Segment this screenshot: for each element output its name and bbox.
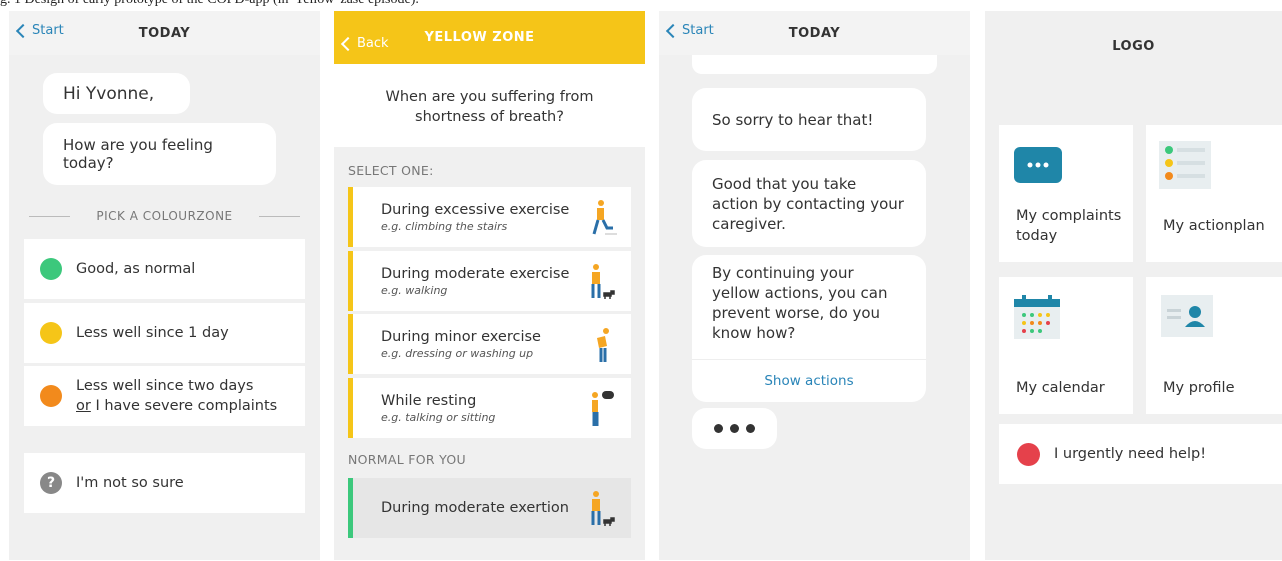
back-button[interactable]: Start — [15, 23, 64, 38]
chat-bubble: Good that you take action by contacting … — [692, 160, 926, 247]
yellow-dot-icon — [40, 322, 62, 344]
person-walking-dog-icon — [591, 264, 615, 299]
person-talking-icon — [592, 391, 614, 426]
checklist-icon — [1159, 141, 1211, 189]
back-label: Start — [32, 23, 64, 38]
section-label: SELECT ONE: — [348, 163, 434, 178]
back-button[interactable]: Start — [665, 23, 714, 38]
header: Start TODAY — [9, 11, 320, 55]
tile-my-complaints[interactable]: My complaints today — [999, 125, 1133, 262]
logo: LOGO — [1112, 38, 1155, 54]
chat-bubble-icon — [1014, 147, 1062, 183]
tile-label: My actionplan — [1163, 218, 1265, 234]
header: Start TODAY — [659, 11, 970, 55]
back-button[interactable]: Back — [340, 36, 389, 51]
section-divider: PICK A COLOURZONE — [29, 209, 301, 223]
show-actions-link[interactable]: Show actions — [692, 359, 926, 402]
screen-today-chat: Start TODAY So sorry to hear that! Good … — [659, 11, 970, 560]
tile-my-actionplan[interactable]: My actionplan — [1146, 125, 1282, 262]
tile-my-calendar[interactable]: My calendar — [999, 277, 1133, 414]
zone-option-yellow[interactable]: Less well since 1 day — [24, 303, 305, 363]
orange-dot-icon — [40, 385, 62, 407]
greeting-text: Hi Yvonne, — [63, 83, 155, 104]
green-dot-icon — [40, 258, 62, 280]
figure-caption: g. 1 Design of early prototype of the CO… — [0, 0, 419, 8]
option-excessive-exercise[interactable]: During excessive exercise e.g. climbing … — [348, 187, 631, 247]
chat-bubble-greeting: Hi Yvonne, — [43, 73, 190, 114]
chevron-left-icon — [340, 36, 356, 51]
chat-bubble-previous — [692, 55, 937, 74]
zone-option-green[interactable]: Good, as normal — [24, 239, 305, 299]
zone-label: Good, as normal — [76, 261, 196, 277]
chat-bubble-question: How are you feeling today? — [43, 123, 276, 185]
page-title: YELLOW ZONE — [424, 30, 535, 45]
option-normal-moderate-exertion[interactable]: During moderate exertion — [348, 478, 631, 538]
tile-my-profile[interactable]: My profile — [1146, 277, 1282, 414]
screen-home-dashboard: LOGO My complaints today My actionplan M… — [985, 11, 1282, 560]
red-dot-icon — [1017, 442, 1040, 466]
zone-label: Less well since 1 day — [76, 325, 229, 341]
question-text: How are you feeling today? — [63, 136, 213, 172]
header: LOGO — [985, 11, 1282, 83]
divider-label: PICK A COLOURZONE — [96, 209, 233, 223]
not-sure-label: I'm not so sure — [76, 475, 184, 491]
page-title: TODAY — [788, 25, 841, 41]
tile-label: My calendar — [1016, 380, 1105, 396]
profile-card-icon — [1161, 295, 1213, 337]
chat-bubble-with-action: By continuing your yellow actions, you c… — [692, 255, 926, 402]
back-label: Start — [682, 23, 714, 38]
back-label: Back — [357, 36, 389, 51]
option-minor-exercise[interactable]: During minor exercise e.g. dressing or w… — [348, 314, 631, 374]
question-text: When are you suffering from shortness of… — [385, 89, 594, 125]
tile-label: My complaints today — [1016, 208, 1122, 244]
urgent-help-button[interactable]: I urgently need help! — [999, 424, 1282, 484]
urgent-help-label: I urgently need help! — [1054, 446, 1207, 462]
question-mark-icon: ? — [40, 472, 62, 494]
tile-label: My profile — [1163, 380, 1235, 396]
screen-yellow-zone: Back YELLOW ZONE When are you suffering … — [334, 11, 645, 560]
person-climbing-icon — [592, 200, 617, 235]
person-walking-dog-icon — [591, 491, 615, 526]
option-resting[interactable]: While resting e.g. talking or sitting — [348, 378, 631, 438]
page-title: TODAY — [138, 25, 191, 41]
header: Back YELLOW ZONE — [334, 11, 645, 64]
not-sure-option[interactable]: ? I'm not so sure — [24, 453, 305, 513]
person-dressing-icon — [597, 328, 609, 362]
option-moderate-exercise[interactable]: During moderate exercise e.g. walking — [348, 251, 631, 311]
zone-label: Less well since two days or I have sever… — [76, 378, 278, 414]
section-label-normal: NORMAL FOR YOU — [348, 452, 466, 467]
chevron-left-icon — [15, 23, 31, 38]
typing-indicator — [692, 408, 777, 449]
chevron-left-icon — [665, 23, 681, 38]
chat-bubble: So sorry to hear that! — [692, 88, 926, 151]
zone-option-orange[interactable]: Less well since two days or I have sever… — [24, 366, 305, 426]
calendar-icon — [1014, 295, 1060, 339]
screen-today-colourzone: Start TODAY Hi Yvonne, How are you feeli… — [9, 11, 320, 560]
